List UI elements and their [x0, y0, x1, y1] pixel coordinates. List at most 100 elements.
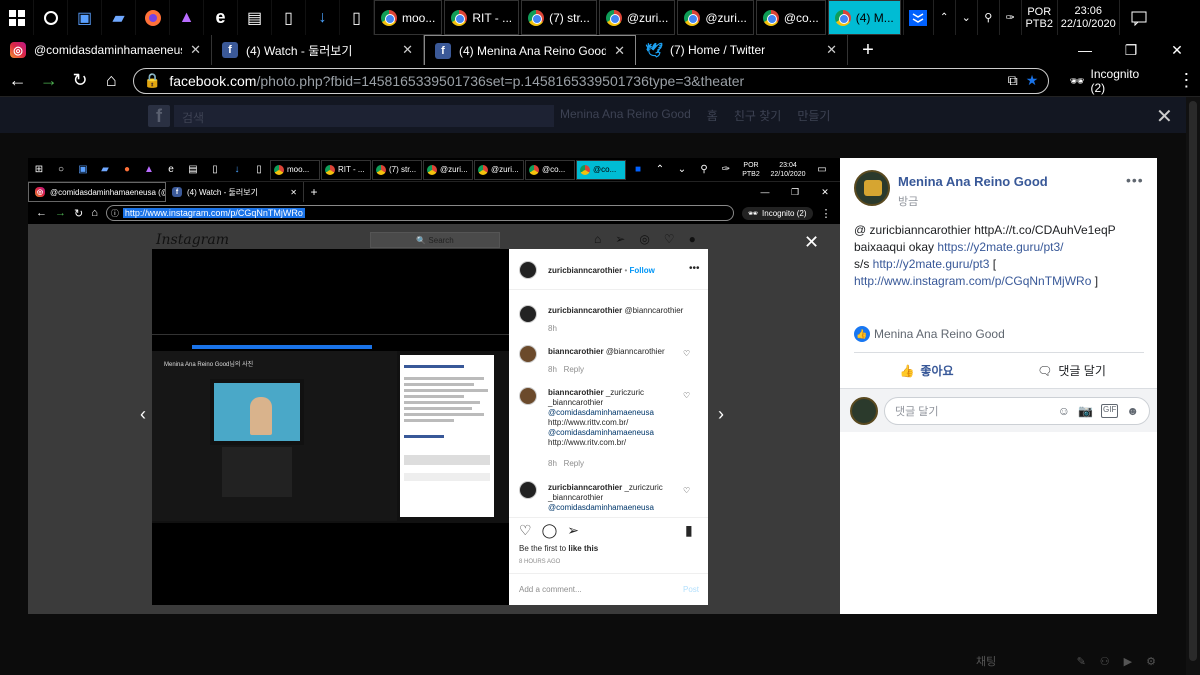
chrome-icon	[376, 164, 386, 175]
close-tab-icon[interactable]: ✕	[190, 42, 201, 58]
reload-button[interactable]: ↻	[66, 65, 93, 97]
nested-address	[152, 343, 509, 351]
taskbar-app-active[interactable]: (4) M...	[827, 0, 901, 35]
more-options-icon[interactable]: •••	[1126, 172, 1144, 188]
menu-icon[interactable]: ⋮	[1173, 65, 1200, 97]
comment-input[interactable]: 댓글 달기 ☺ 📷 GIF ☻	[884, 397, 1150, 425]
chat-bar-dimmed[interactable]: 채팅 ✎ ⚇ ▶ ⚙	[976, 650, 1156, 672]
comment-button[interactable]: 🗨 댓글 달기	[999, 362, 1144, 379]
instagram-icon: ◎	[10, 42, 26, 58]
chrome-icon	[325, 164, 335, 175]
page-scrollbar[interactable]	[1186, 97, 1200, 675]
incognito-badge[interactable]: 🕶 Incognito (2)	[1061, 67, 1163, 95]
reload-icon: ↻	[74, 207, 84, 220]
network-icon: ⚲	[700, 164, 708, 175]
minimize-button[interactable]: —	[1062, 35, 1108, 65]
media-player-icon[interactable]: ▤	[238, 0, 272, 35]
nested-tabs	[152, 335, 509, 343]
facebook-logo-icon: f	[148, 105, 170, 127]
close-theater-icon[interactable]: ✕	[1156, 104, 1173, 129]
taskbar-app-5[interactable]: @zuri...	[677, 0, 754, 35]
inner-incognito: 🕶 Incognito (2)	[741, 206, 813, 220]
taskbar-app-6[interactable]: @co...	[755, 0, 826, 35]
back-button[interactable]: ←	[4, 65, 31, 97]
user-avatar	[850, 397, 878, 425]
language-indicator[interactable]: POR PTB2	[1020, 0, 1057, 35]
close-tab-icon[interactable]: ✕	[614, 43, 625, 59]
inner-app: RIT - ...	[321, 159, 371, 180]
inner-app-active: @co...	[576, 159, 626, 180]
person-figure	[250, 397, 272, 435]
gift-app-icon[interactable]: ▲	[170, 0, 204, 35]
photo-viewer: ⊞ ○ ▣ ▰ ● ▲ e ▤ ▯ ↓ ▯ moo... RIT - ... (…	[28, 158, 840, 614]
firefox-icon[interactable]	[136, 0, 170, 35]
close-tab-icon[interactable]: ✕	[402, 42, 413, 58]
chrome-icon	[684, 9, 701, 26]
document-icon[interactable]: ▯	[340, 0, 374, 35]
close-tab-icon[interactable]: ✕	[826, 42, 837, 58]
browser-toolbar: ← → ↻ ⌂ 🔒 facebook.com/photo.php?fbid=14…	[0, 65, 1200, 97]
author-name-link[interactable]: Menina Ana Reino Good	[898, 174, 1048, 189]
like-button[interactable]: 👍 좋아요	[854, 362, 999, 379]
edge-icon[interactable]: e	[204, 0, 238, 35]
bookmark-star-icon[interactable]: ★	[1026, 72, 1039, 89]
new-tab-button[interactable]: +	[848, 35, 888, 65]
chevron-left-icon: ‹	[140, 404, 146, 424]
inner-tab-instagram: ◎@comidasdaminhamaeneusa (@✕	[28, 182, 166, 202]
chrome-icon	[528, 9, 545, 26]
instagram-post-media: Menina Ana Reino Good님의 사진	[152, 249, 509, 605]
tab-instagram[interactable]: ◎ @comidasdaminhamaeneusa ✕	[0, 35, 212, 65]
clock[interactable]: 23:06 22/10/2020	[1056, 0, 1119, 35]
gif-icon[interactable]: GIF	[1101, 404, 1119, 418]
chevron-down-icon[interactable]: ⌄	[954, 0, 977, 35]
tab-watch[interactable]: f (4) Watch - 둘러보기 ✕	[212, 35, 424, 65]
avatar	[519, 387, 537, 405]
tab-twitter[interactable]: 🕊 (7) Home / Twitter ✕	[636, 35, 848, 65]
close-window-button[interactable]: ✕	[1154, 35, 1200, 65]
lock-icon: 🔒	[143, 72, 162, 88]
chrome-icon	[274, 164, 284, 175]
chrome-icon	[580, 164, 590, 175]
camera-icon[interactable]: 📷	[1078, 404, 1093, 418]
sticker-icon[interactable]: ☻	[1126, 404, 1139, 418]
taskbar-app-1[interactable]: moo...	[374, 0, 443, 35]
forward-button[interactable]: →	[35, 65, 62, 97]
post-timestamp[interactable]: 방금	[898, 193, 918, 209]
home-button[interactable]: ⌂	[98, 65, 125, 97]
link-y2mate-2[interactable]: http://y2mate.guru/pt3	[873, 257, 990, 271]
pen-icon[interactable]: ✑	[998, 0, 1021, 35]
dropbox-icon[interactable]	[902, 0, 933, 35]
emoji-icon[interactable]: ☺	[1058, 404, 1070, 418]
chevron-right-icon: ›	[718, 404, 724, 424]
inner-app: @zuri...	[474, 159, 524, 180]
file-icon[interactable]: ▯	[272, 0, 306, 35]
nested-fb-post	[400, 355, 494, 517]
back-icon: ←	[36, 207, 47, 219]
restore-button[interactable]: ❐	[1108, 35, 1154, 65]
taskbar-app-2[interactable]: RIT - ...	[444, 0, 520, 35]
translate-icon[interactable]: ⧉	[1008, 72, 1018, 89]
download-arrow-icon[interactable]: ↓	[306, 0, 340, 35]
monitor-app-icon[interactable]: ▣	[68, 0, 102, 35]
share-icon: ➢	[567, 522, 579, 538]
chrome-icon	[381, 9, 397, 26]
address-bar[interactable]: 🔒 facebook.com/photo.php?fbid=1458165339…	[132, 67, 1050, 94]
reaction-summary[interactable]: 👍 Menina Ana Reino Good	[854, 326, 1005, 342]
tab-menina-ana[interactable]: f (4) Menina Ana Reino Good님이 ✕	[424, 35, 636, 65]
folder-app-icon: ▰	[101, 164, 109, 175]
download-arrow-icon: ↓	[234, 164, 240, 175]
tray-expand-icon[interactable]: ⌃	[932, 0, 955, 35]
notification-icon[interactable]	[1118, 0, 1159, 35]
close-window-icon: ✕	[821, 186, 829, 197]
link-instagram[interactable]: http://www.instagram.com/p/CGqNnTMjWRo	[854, 274, 1091, 288]
link-y2mate[interactable]: https://y2mate.guru/pt3/	[937, 240, 1063, 254]
windows-start-icon[interactable]	[0, 0, 34, 35]
cortana-search-icon[interactable]	[34, 0, 68, 35]
taskbar-app-4[interactable]: @zuri...	[598, 0, 676, 35]
network-icon[interactable]: ⚲	[976, 0, 999, 35]
instagram-comments-panel: zuricbianncarothier • Follow ••• zuricbi…	[509, 249, 708, 605]
author-avatar[interactable]	[854, 170, 890, 206]
post-sidebar: Menina Ana Reino Good 방금 ••• @ zuricbian…	[840, 158, 1157, 614]
taskbar-app-3[interactable]: (7) str...	[521, 0, 597, 35]
folder-app-icon[interactable]: ▰	[102, 0, 136, 35]
